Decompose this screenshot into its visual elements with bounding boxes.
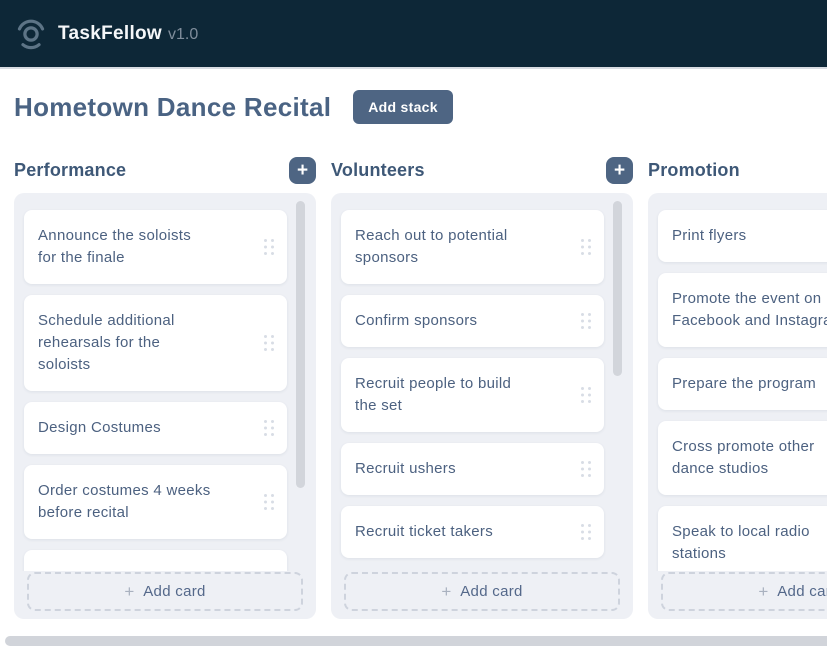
- stack-header: Promotion +: [648, 157, 827, 184]
- page-title: Hometown Dance Recital: [14, 92, 331, 123]
- task-card[interactable]: Recruit ticket takers: [341, 506, 604, 558]
- topbar: TaskFellow v1.0: [0, 0, 827, 69]
- stack-body: Announce the soloists for the finale Sch…: [14, 193, 316, 619]
- drag-handle-icon[interactable]: [580, 523, 592, 541]
- task-card-partial[interactable]: [24, 550, 287, 571]
- add-card-button[interactable]: + Add card: [661, 572, 827, 611]
- drag-handle-icon[interactable]: [580, 386, 592, 404]
- task-card[interactable]: Print flyers: [658, 210, 827, 262]
- task-card[interactable]: Schedule additional rehearsals for the s…: [24, 295, 287, 391]
- stack-title: Volunteers: [331, 160, 425, 181]
- card-text: Prepare the program: [672, 373, 827, 395]
- cards-container: Print flyers Promote the event on Facebo…: [648, 193, 827, 571]
- drag-handle-icon[interactable]: [580, 238, 592, 256]
- card-text: Reach out to potential sponsors: [355, 225, 590, 269]
- board: Performance + Announce the soloists for …: [14, 157, 827, 619]
- plus-icon: +: [758, 582, 768, 602]
- add-card-label: Add card: [777, 583, 827, 600]
- plus-icon: +: [297, 160, 308, 181]
- drag-handle-icon[interactable]: [263, 334, 275, 352]
- drag-handle-icon[interactable]: [263, 419, 275, 437]
- card-text: Recruit ticket takers: [355, 521, 590, 543]
- plus-icon: +: [614, 160, 625, 181]
- task-card[interactable]: Recruit ushers: [341, 443, 604, 495]
- card-text: Design Costumes: [38, 417, 273, 439]
- task-card[interactable]: Confirm sponsors: [341, 295, 604, 347]
- cards-container: Reach out to potential sponsors Confirm …: [331, 193, 633, 571]
- add-card-button[interactable]: + Add card: [27, 572, 303, 611]
- card-text: Cross promote other dance studios: [672, 436, 827, 480]
- drag-handle-icon[interactable]: [263, 238, 275, 256]
- task-card[interactable]: Order costumes 4 weeks before recital: [24, 465, 287, 539]
- stack-body: Print flyers Promote the event on Facebo…: [648, 193, 827, 619]
- stack-add-button[interactable]: +: [606, 157, 633, 184]
- stack-body: Reach out to potential sponsors Confirm …: [331, 193, 633, 619]
- stack-add-button[interactable]: +: [289, 157, 316, 184]
- drag-handle-icon[interactable]: [580, 460, 592, 478]
- plus-icon: +: [441, 582, 451, 602]
- stack-header: Performance +: [14, 157, 316, 184]
- stack-title: Performance: [14, 160, 126, 181]
- task-card[interactable]: Design Costumes: [24, 402, 287, 454]
- plus-icon: +: [124, 582, 134, 602]
- app-brand: TaskFellow v1.0: [58, 23, 198, 45]
- add-card-label: Add card: [143, 583, 205, 600]
- card-text: Speak to local radio stations: [672, 521, 827, 565]
- stack-column-promotion: Promotion + Print flyers Promote the eve…: [648, 157, 827, 619]
- add-stack-button[interactable]: Add stack: [353, 90, 453, 124]
- app-version: v1.0: [168, 26, 198, 44]
- horizontal-scrollbar-thumb[interactable]: [5, 636, 827, 646]
- card-text: Recruit people to build the set: [355, 373, 590, 417]
- card-text: Print flyers: [672, 225, 827, 247]
- task-card[interactable]: Cross promote other dance studios: [658, 421, 827, 495]
- app-logo-icon: [14, 17, 48, 51]
- stack-title: Promotion: [648, 160, 740, 181]
- task-card[interactable]: Promote the event on Facebook and Instag…: [658, 273, 827, 347]
- stack-column-volunteers: Volunteers + Reach out to potential spon…: [331, 157, 633, 619]
- task-card[interactable]: Announce the soloists for the finale: [24, 210, 287, 284]
- card-text: Promote the event on Facebook and Instag…: [672, 288, 827, 332]
- task-card[interactable]: Speak to local radio stations: [658, 506, 827, 571]
- card-text: Order costumes 4 weeks before recital: [38, 480, 273, 524]
- vertical-scrollbar-thumb[interactable]: [296, 201, 305, 488]
- cards-container: Announce the soloists for the finale Sch…: [14, 193, 316, 571]
- vertical-scrollbar-thumb[interactable]: [613, 201, 622, 376]
- stack-column-performance: Performance + Announce the soloists for …: [14, 157, 316, 619]
- task-card[interactable]: Recruit people to build the set: [341, 358, 604, 432]
- drag-handle-icon[interactable]: [263, 493, 275, 511]
- app-name: TaskFellow: [58, 23, 162, 45]
- stack-header: Volunteers +: [331, 157, 633, 184]
- drag-handle-icon[interactable]: [580, 312, 592, 330]
- title-row: Hometown Dance Recital Add stack: [14, 89, 827, 125]
- card-text: Confirm sponsors: [355, 310, 590, 332]
- card-text: Schedule additional rehearsals for the s…: [38, 310, 273, 376]
- task-card[interactable]: Prepare the program: [658, 358, 827, 410]
- task-card[interactable]: Reach out to potential sponsors: [341, 210, 604, 284]
- card-text: Recruit ushers: [355, 458, 590, 480]
- card-text: Announce the soloists for the finale: [38, 225, 273, 269]
- add-card-button[interactable]: + Add card: [344, 572, 620, 611]
- add-card-label: Add card: [460, 583, 522, 600]
